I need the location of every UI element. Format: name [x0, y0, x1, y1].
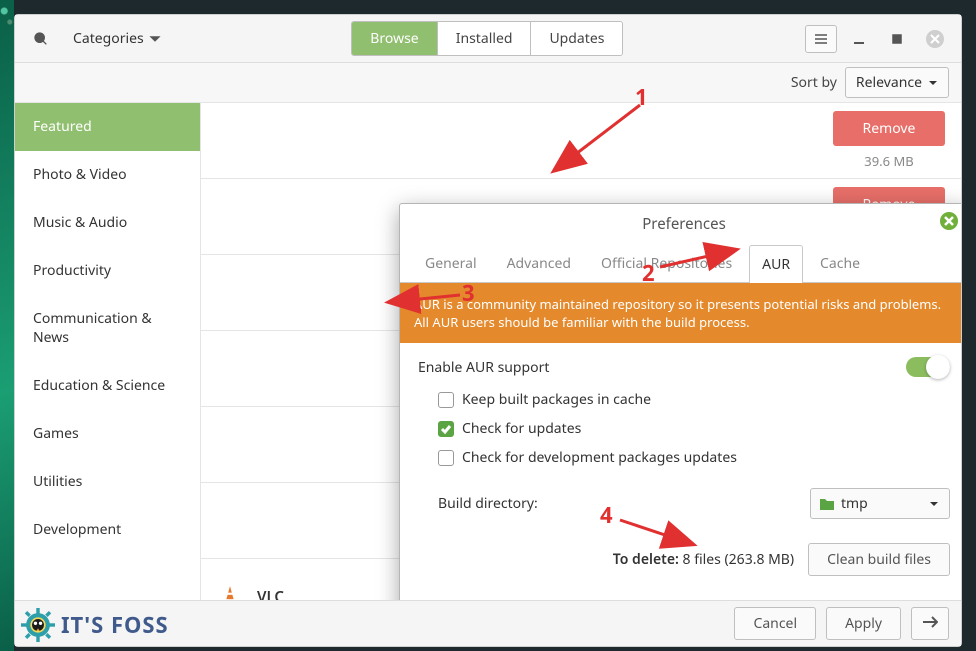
- check-updates-label: Check for updates: [462, 419, 581, 438]
- tab-updates[interactable]: Updates: [531, 22, 622, 55]
- build-dir-label: Build directory:: [438, 494, 538, 513]
- remove-button[interactable]: Remove: [833, 111, 945, 146]
- app-size: 39.6 MB: [864, 152, 913, 170]
- tab-aur[interactable]: AUR: [749, 245, 803, 283]
- minimize-icon: [851, 31, 867, 47]
- vlc-cone-icon: [217, 584, 243, 601]
- to-delete-info: To delete: 8 files (263.8 MB): [613, 550, 794, 569]
- dialog-title: Preferences: [400, 204, 961, 244]
- apply-button[interactable]: Apply: [826, 607, 901, 640]
- maximize-button[interactable]: [881, 25, 913, 53]
- hamburger-menu-button[interactable]: [805, 25, 837, 53]
- sort-by-combo[interactable]: Relevance: [845, 67, 949, 98]
- hamburger-icon: [813, 31, 829, 47]
- search-icon: [33, 31, 49, 47]
- prefs-tabs: General Advanced Official Repositories A…: [400, 244, 961, 282]
- table-row[interactable]: Remove 39.6 MB: [201, 103, 961, 179]
- build-dir-combo[interactable]: tmp: [810, 488, 950, 519]
- sidebar-item-productivity[interactable]: Productivity: [15, 247, 200, 295]
- close-window-button[interactable]: [919, 25, 951, 53]
- keep-cache-label: Keep built packages in cache: [462, 390, 651, 409]
- categories-dropdown[interactable]: Categories: [65, 25, 170, 52]
- tab-general[interactable]: General: [412, 244, 490, 282]
- check-dev-updates-label: Check for development packages updates: [462, 448, 737, 467]
- keep-cache-checkbox[interactable]: [438, 392, 454, 408]
- forward-button[interactable]: [911, 607, 949, 640]
- check-updates-checkbox[interactable]: [438, 421, 454, 437]
- minimize-button[interactable]: [843, 25, 875, 53]
- aur-warning: AUR is a community maintained repository…: [400, 283, 961, 343]
- chevron-down-icon: [148, 32, 162, 46]
- tab-installed[interactable]: Installed: [438, 22, 532, 55]
- sort-value: Relevance: [856, 73, 922, 92]
- sidebar-item-featured[interactable]: Featured: [15, 103, 200, 151]
- close-icon: [926, 30, 944, 48]
- search-button[interactable]: [25, 25, 57, 53]
- sidebar: Featured Photo & Video Music & Audio Pro…: [15, 103, 201, 600]
- chevron-down-icon: [929, 499, 939, 509]
- preferences-dialog: Preferences General Advanced Official Re…: [399, 203, 961, 600]
- sidebar-item-development[interactable]: Development: [15, 506, 200, 554]
- tab-official-repos[interactable]: Official Repositories: [588, 244, 745, 282]
- app-name: VLC: [257, 587, 387, 601]
- app-icon: [217, 584, 243, 601]
- sidebar-item-communication-news[interactable]: Communication & News: [15, 295, 200, 362]
- sidebar-item-music-audio[interactable]: Music & Audio: [15, 199, 200, 247]
- sidebar-item-photo-video[interactable]: Photo & Video: [15, 151, 200, 199]
- sidebar-item-education-science[interactable]: Education & Science: [15, 362, 200, 410]
- cancel-button[interactable]: Cancel: [734, 607, 816, 640]
- clean-build-files-button[interactable]: Clean build files: [808, 543, 950, 576]
- check-dev-updates-checkbox[interactable]: [438, 450, 454, 466]
- sort-by-label: Sort by: [791, 73, 837, 92]
- sidebar-item-games[interactable]: Games: [15, 410, 200, 458]
- gear-icon: [21, 608, 55, 642]
- app-icon: [217, 128, 243, 154]
- dialog-close-button[interactable]: [940, 212, 958, 230]
- view-segmented-control: Browse Installed Updates: [351, 21, 623, 56]
- maximize-icon: [889, 31, 905, 47]
- arrow-right-icon: [922, 616, 938, 628]
- tab-cache[interactable]: Cache: [807, 244, 873, 282]
- itsfoss-logo: IT'S FOSS: [21, 608, 169, 642]
- chevron-down-icon: [928, 78, 938, 88]
- sort-bar: Sort by Relevance: [15, 63, 961, 103]
- sidebar-item-utilities[interactable]: Utilities: [15, 458, 200, 506]
- categories-label: Categories: [73, 29, 144, 48]
- tab-browse[interactable]: Browse: [352, 22, 437, 55]
- tab-advanced[interactable]: Advanced: [494, 244, 584, 282]
- close-icon: [944, 216, 954, 226]
- enable-aur-label: Enable AUR support: [418, 358, 549, 377]
- folder-icon: [819, 497, 835, 511]
- titlebar: Categories Browse Installed Updates: [15, 15, 961, 63]
- enable-aur-switch[interactable]: [906, 357, 950, 377]
